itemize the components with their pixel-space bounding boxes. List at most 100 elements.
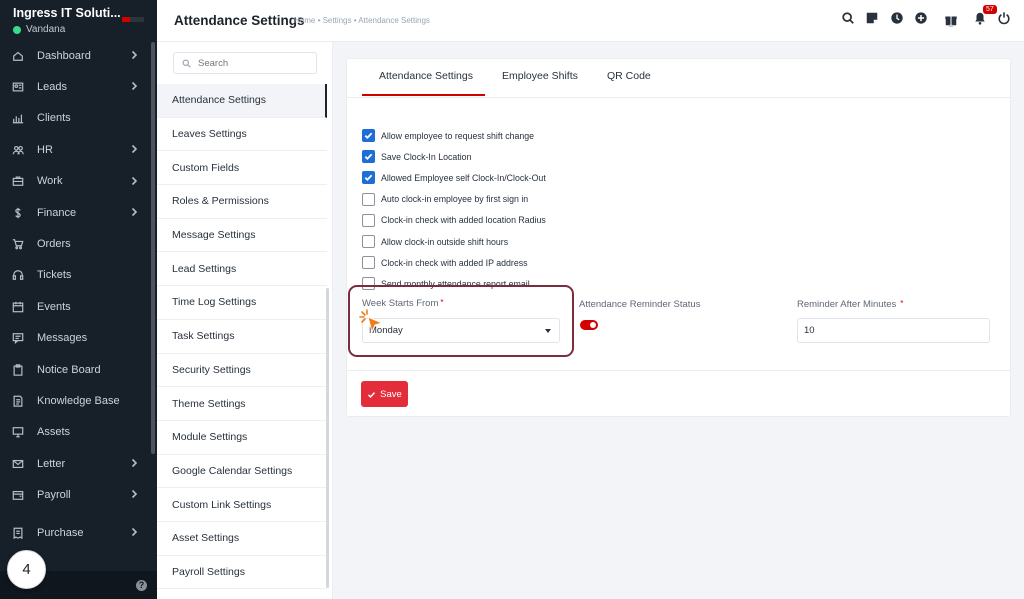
save-button[interactable]: Save <box>361 381 408 407</box>
settings-menu-leaves-settings[interactable]: Leaves Settings <box>157 118 327 152</box>
reminder-status-label: Attendance Reminder Status <box>579 299 701 310</box>
sidebar-item-assets[interactable]: Assets <box>0 417 157 448</box>
reminder-status-toggle[interactable] <box>580 320 598 330</box>
sidebar-item-label: HR <box>37 143 53 156</box>
sidebar-nav: Dashboard Leads Clients HR Work Finance Orders… <box>0 40 157 548</box>
settings-menu-lead-settings[interactable]: Lead Settings <box>157 252 327 287</box>
checkbox-row[interactable]: Allow clock-in outside shift hours <box>362 231 546 252</box>
chevron-right-icon[interactable] <box>128 457 140 469</box>
required-mark: * <box>900 299 904 308</box>
settings-menu-task-settings[interactable]: Task Settings <box>157 320 327 354</box>
top-header: Attendance Settings Home • Settings • At… <box>157 0 1024 42</box>
checkbox-row[interactable]: Auto clock-in employee by first sign in <box>362 189 546 210</box>
checkbox-row[interactable]: Send monthly attendance report email <box>362 273 546 294</box>
contact-card-icon <box>11 80 25 94</box>
tab-employee-shifts[interactable]: Employee Shifts <box>502 70 578 82</box>
week-starts-value: Monday <box>369 325 403 336</box>
checkbox-checked[interactable] <box>362 171 375 185</box>
settings-menu-custom-link-settings[interactable]: Custom Link Settings <box>157 488 327 522</box>
clock-icon[interactable] <box>890 11 904 25</box>
reminder-minutes-input[interactable]: 10 <box>797 318 990 343</box>
chevron-right-icon[interactable] <box>128 206 140 218</box>
settings-search[interactable] <box>173 52 317 74</box>
chevron-right-icon[interactable] <box>128 143 140 155</box>
sidebar-item-purchase[interactable]: Purchase <box>0 517 157 548</box>
settings-menu-time-log-settings[interactable]: Time Log Settings <box>157 286 327 320</box>
settings-search-input[interactable] <box>198 57 308 69</box>
settings-menu-security-settings[interactable]: Security Settings <box>157 354 327 388</box>
tab-qr-code[interactable]: QR Code <box>607 70 651 82</box>
checkbox-row[interactable]: Allowed Employee self Clock-In/Clock-Out <box>362 167 546 188</box>
checkbox-label: Auto clock-in employee by first sign in <box>381 194 529 205</box>
sidebar-item-hr[interactable]: HR <box>0 134 157 165</box>
chevron-right-icon[interactable] <box>128 49 140 61</box>
chevron-right-icon[interactable] <box>128 80 140 92</box>
search-icon[interactable] <box>841 11 855 25</box>
search-icon <box>182 59 191 68</box>
notification-count-badge: 57 <box>983 5 997 14</box>
sidebar-item-finance[interactable]: Finance <box>0 197 157 228</box>
settings-menu-module-settings[interactable]: Module Settings <box>157 421 327 455</box>
checkbox-label: Send monthly attendance report email <box>381 278 530 289</box>
checkbox-row[interactable]: Save Clock-In Location <box>362 146 546 167</box>
sidebar-item-leads[interactable]: Leads <box>0 71 157 102</box>
sidebar-scrollbar[interactable] <box>151 42 155 454</box>
settings-tabs: Attendance Settings Employee Shifts QR C… <box>347 59 1012 98</box>
chevron-down-icon <box>545 329 551 333</box>
checkbox-unchecked[interactable] <box>362 277 375 291</box>
chevron-right-icon[interactable] <box>128 488 140 500</box>
breadcrumb[interactable]: Home • Settings • Attendance Settings <box>294 16 430 25</box>
checkbox-row[interactable]: Allow employee to request shift change <box>362 125 546 146</box>
sidebar-item-payroll[interactable]: Payroll <box>0 479 157 510</box>
monitor-icon <box>11 425 25 439</box>
attendance-settings-card: Attendance Settings Employee Shifts QR C… <box>346 58 1012 417</box>
settings-menu-payroll-settings[interactable]: Payroll Settings <box>157 556 327 590</box>
chevron-right-icon[interactable] <box>128 175 140 187</box>
sidebar-item-dashboard[interactable]: Dashboard <box>0 40 157 71</box>
subnav-scrollbar[interactable] <box>326 288 329 588</box>
settings-menu-roles-permissions[interactable]: Roles & Permissions <box>157 185 327 219</box>
week-starts-select[interactable]: Monday <box>362 318 560 343</box>
card-divider <box>346 370 1011 371</box>
brand[interactable]: Ingress IT Soluti... Vandana <box>0 0 157 40</box>
help-icon[interactable]: ? <box>136 580 147 591</box>
settings-menu-message-settings[interactable]: Message Settings <box>157 219 327 253</box>
sidebar-item-tickets[interactable]: Tickets <box>0 260 157 291</box>
power-icon[interactable] <box>997 11 1011 25</box>
chat-icon <box>11 331 25 345</box>
checkbox-unchecked[interactable] <box>362 256 375 270</box>
chevron-right-icon[interactable] <box>128 526 140 538</box>
checkbox-row[interactable]: Clock-in check with added location Radiu… <box>362 210 546 231</box>
checkbox-unchecked[interactable] <box>362 192 375 206</box>
gift-icon[interactable] <box>944 13 958 30</box>
checkbox-checked[interactable] <box>362 150 375 164</box>
sticky-note-icon[interactable] <box>865 11 879 25</box>
dollar-icon <box>11 206 25 220</box>
settings-menu: Attendance Settings Leaves Settings Custom… <box>157 84 327 590</box>
sidebar-item-notice-board[interactable]: Notice Board <box>0 354 157 385</box>
sidebar-item-work[interactable]: Work <box>0 166 157 197</box>
sidebar-item-clients[interactable]: Clients <box>0 103 157 134</box>
checkbox-unchecked[interactable] <box>362 213 375 227</box>
sidebar-item-orders[interactable]: Orders <box>0 228 157 259</box>
envelope-icon <box>11 457 25 471</box>
sidebar-item-events[interactable]: Events <box>0 291 157 322</box>
tab-attendance-settings[interactable]: Attendance Settings <box>379 70 473 82</box>
settings-menu-custom-fields[interactable]: Custom Fields <box>157 151 327 186</box>
settings-menu-google-calendar-settings[interactable]: Google Calendar Settings <box>157 455 327 489</box>
settings-menu-theme-settings[interactable]: Theme Settings <box>157 387 327 421</box>
add-circle-icon[interactable] <box>914 11 928 25</box>
settings-menu-attendance-settings[interactable]: Attendance Settings <box>157 84 327 118</box>
checkbox-row[interactable]: Clock-in check with added IP address <box>362 252 546 273</box>
sidebar-item-letter[interactable]: Letter <box>0 448 157 479</box>
checkbox-checked[interactable] <box>362 129 375 143</box>
sidebar-item-label: Finance <box>37 206 77 219</box>
sidebar-item-knowledge-base[interactable]: Knowledge Base <box>0 385 157 416</box>
settings-menu-asset-settings[interactable]: Asset Settings <box>157 522 327 556</box>
users-icon <box>11 143 25 157</box>
sidebar-item-label: Knowledge Base <box>37 394 120 407</box>
checkbox-label: Save Clock-In Location <box>381 151 472 162</box>
week-starts-label: Week Starts From * <box>362 298 444 309</box>
checkbox-unchecked[interactable] <box>362 235 375 249</box>
sidebar-item-messages[interactable]: Messages <box>0 323 157 354</box>
